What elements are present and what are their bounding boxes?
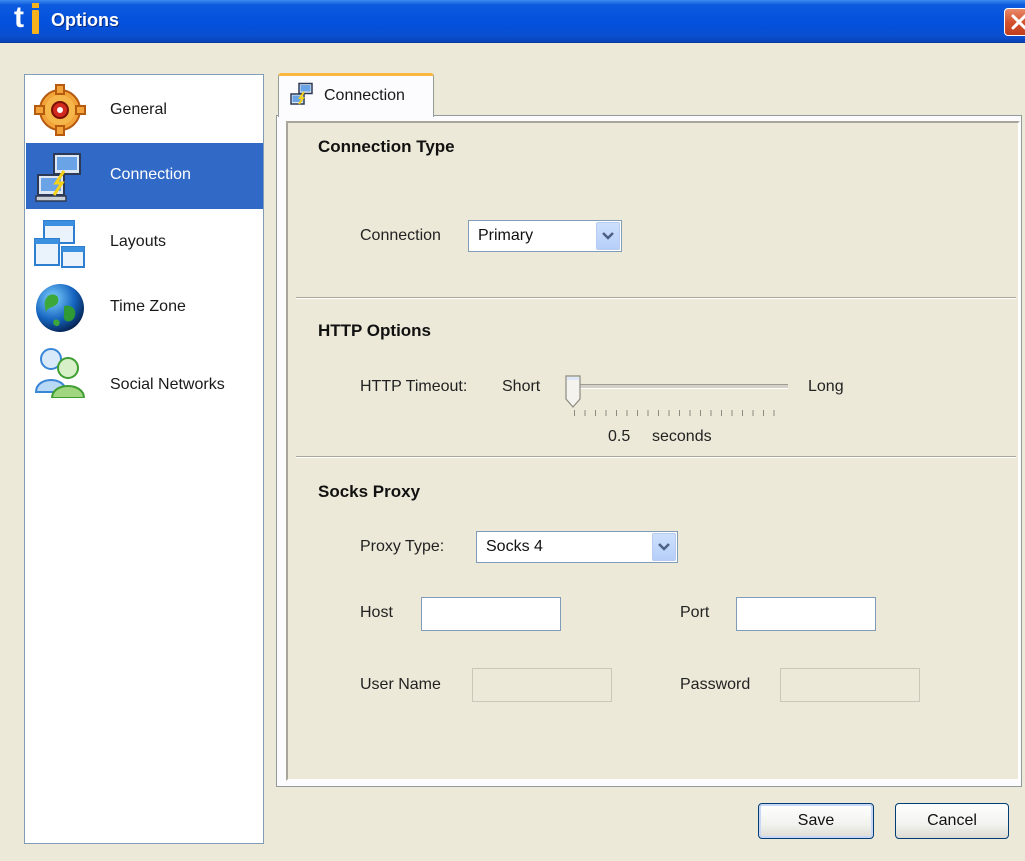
password-label: Password — [680, 676, 751, 693]
network-icon — [290, 82, 313, 105]
network-icon — [35, 153, 81, 202]
sidebar-item-label: Connection — [110, 166, 191, 183]
proxy-type-select-value: Socks 4 — [486, 538, 543, 555]
sidebar-item-time-zone[interactable]: Time Zone — [26, 274, 263, 340]
http-options-heading: HTTP Options — [318, 321, 432, 340]
host-input[interactable] — [421, 597, 561, 631]
username-input[interactable] — [472, 668, 612, 702]
app-logo: t — [14, 1, 48, 39]
gear-icon — [34, 84, 86, 136]
port-input[interactable] — [736, 597, 876, 631]
sidebar-item-label: Time Zone — [110, 298, 186, 315]
layout-icon — [34, 220, 85, 268]
slider-max-label: Long — [808, 378, 844, 395]
timeout-unit: seconds — [652, 428, 712, 445]
http-timeout-slider[interactable] — [568, 384, 788, 389]
connection-label: Connection — [360, 227, 441, 244]
app-logo-letter: t — [14, 1, 24, 34]
sidebar-item-label: Layouts — [110, 233, 167, 250]
window-title: Options — [51, 10, 119, 30]
sidebar-item-social-networks[interactable]: Social Networks — [26, 338, 263, 404]
globe-icon — [36, 284, 84, 332]
chevron-down-icon — [652, 533, 676, 561]
connection-select[interactable]: Primary — [468, 220, 622, 252]
chevron-down-icon — [596, 222, 620, 250]
tab-label: Connection — [324, 87, 405, 104]
section-divider — [296, 297, 1016, 299]
section-divider — [296, 456, 1016, 458]
timeout-value: 0.5 — [608, 428, 631, 445]
title-bar: t Options — [0, 0, 1025, 43]
socks-proxy-heading: Socks Proxy — [318, 482, 421, 501]
host-label: Host — [360, 604, 393, 621]
proxy-type-select[interactable]: Socks 4 — [476, 531, 678, 563]
slider-min-label: Short — [502, 378, 541, 395]
save-button[interactable]: Save — [758, 803, 874, 839]
sidebar-item-label: General — [110, 101, 167, 118]
users-icon — [34, 348, 86, 398]
http-timeout-label: HTTP Timeout: — [360, 378, 468, 395]
slider-ticks — [574, 410, 784, 416]
options-sidebar: General Connection Layouts Time Zone Soc… — [24, 74, 264, 844]
sidebar-item-general[interactable]: General — [26, 76, 263, 142]
proxy-type-label: Proxy Type: — [360, 538, 445, 555]
username-label: User Name — [360, 676, 441, 693]
sidebar-item-layouts[interactable]: Layouts — [26, 209, 263, 275]
sidebar-item-connection[interactable]: Connection — [26, 143, 263, 209]
close-button[interactable] — [1004, 8, 1025, 36]
password-input[interactable] — [780, 668, 920, 702]
port-label: Port — [680, 604, 710, 621]
connection-type-heading: Connection Type — [318, 137, 455, 156]
connection-select-value: Primary — [478, 227, 534, 244]
slider-thumb[interactable] — [565, 375, 581, 409]
sidebar-item-label: Social Networks — [110, 376, 225, 393]
close-icon — [1011, 14, 1025, 30]
cancel-button[interactable]: Cancel — [895, 803, 1009, 839]
tab-connection[interactable]: Connection — [278, 73, 434, 117]
